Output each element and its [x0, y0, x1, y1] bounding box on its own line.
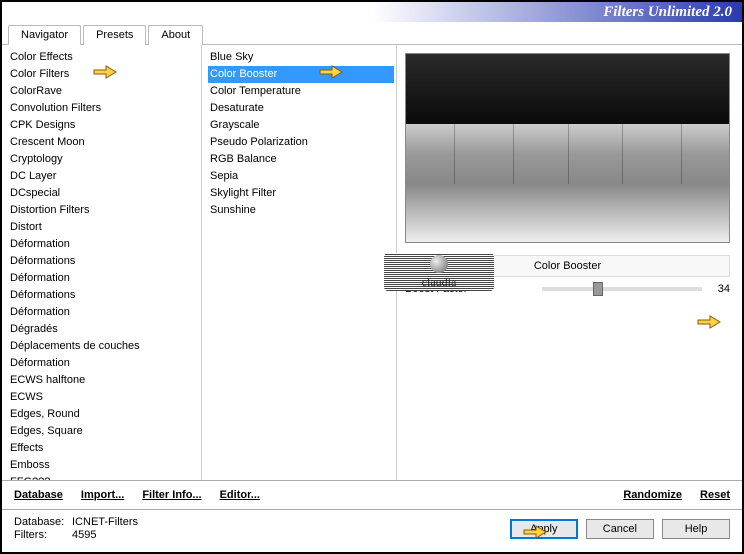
list-item[interactable]: Edges, Round — [8, 406, 199, 423]
footer-filters-value: 4595 — [72, 529, 96, 542]
list-item[interactable]: Déformation — [8, 236, 199, 253]
help-button[interactable]: Help — [662, 519, 730, 539]
toolbar-import[interactable]: Import... — [81, 489, 124, 501]
list-item[interactable]: Déformation — [8, 304, 199, 321]
list-item[interactable]: Edges, Square — [8, 423, 199, 440]
param-value-boost: 34 — [708, 283, 730, 295]
tab-navigator[interactable]: Navigator — [8, 25, 81, 45]
list-item[interactable]: ColorRave — [8, 83, 199, 100]
list-item[interactable]: Déformation — [8, 270, 199, 287]
list-item[interactable]: Desaturate — [208, 100, 394, 117]
toolbar-filter-info[interactable]: Filter Info... — [142, 489, 201, 501]
list-item[interactable]: Distort — [8, 219, 199, 236]
list-item[interactable]: Color Temperature — [208, 83, 394, 100]
list-item[interactable]: Sepia — [208, 168, 394, 185]
tab-presets[interactable]: Presets — [83, 25, 146, 45]
list-item[interactable]: Pseudo Polarization — [208, 134, 394, 151]
list-item[interactable]: RGB Balance — [208, 151, 394, 168]
list-item[interactable]: Blue Sky — [208, 49, 394, 66]
toolbar-reset[interactable]: Reset — [700, 489, 730, 501]
list-item[interactable]: Déformation — [8, 355, 199, 372]
list-item[interactable]: Grayscale — [208, 117, 394, 134]
list-item[interactable]: Crescent Moon — [8, 134, 199, 151]
category-panel: Color EffectsColor FiltersColorRaveConvo… — [2, 45, 202, 480]
list-item[interactable]: CPK Designs — [8, 117, 199, 134]
tab-bar: NavigatorPresetsAbout — [2, 24, 742, 45]
toolbar: Database Import... Filter Info... Editor… — [2, 480, 742, 510]
footer-info: Database: ICNET-Filters Filters: 4595 — [14, 516, 138, 542]
footer-database-value: ICNET-Filters — [72, 516, 138, 529]
list-item[interactable]: DC Layer — [8, 168, 199, 185]
list-item[interactable]: Color Effects — [8, 49, 199, 66]
cancel-button[interactable]: Cancel — [586, 519, 654, 539]
list-item[interactable]: Dégradés — [8, 321, 199, 338]
list-item[interactable]: Déplacements de couches — [8, 338, 199, 355]
header-title: Filters Unlimited 2.0 — [603, 4, 732, 21]
param-slider-boost[interactable] — [542, 287, 702, 291]
list-item[interactable]: Déformations — [8, 287, 199, 304]
tab-about[interactable]: About — [148, 25, 203, 45]
watermark: claudia — [384, 253, 494, 291]
apply-button[interactable]: Apply — [510, 519, 578, 539]
list-item[interactable]: DCspecial — [8, 185, 199, 202]
list-item[interactable]: Color Booster — [208, 66, 394, 83]
list-item[interactable]: Emboss — [8, 457, 199, 474]
filter-list[interactable]: Blue SkyColor BoosterColor TemperatureDe… — [202, 45, 396, 480]
list-item[interactable]: Convolution Filters — [8, 100, 199, 117]
toolbar-database[interactable]: Database — [14, 489, 63, 501]
list-item[interactable]: Distortion Filters — [8, 202, 199, 219]
watermark-text: claudia — [422, 275, 457, 290]
list-item[interactable]: Skylight Filter — [208, 185, 394, 202]
list-item[interactable]: ECWS — [8, 389, 199, 406]
footer-database-label: Database: — [14, 516, 72, 529]
list-item[interactable]: Color Filters — [8, 66, 199, 83]
toolbar-randomize[interactable]: Randomize — [623, 489, 682, 501]
preview-image — [405, 53, 730, 243]
category-list[interactable]: Color EffectsColor FiltersColorRaveConvo… — [2, 45, 201, 480]
list-item[interactable]: ECWS halftone — [8, 372, 199, 389]
header: Filters Unlimited 2.0 — [2, 2, 742, 22]
footer-filters-label: Filters: — [14, 529, 72, 542]
filter-panel: Blue SkyColor BoosterColor TemperatureDe… — [202, 45, 397, 480]
list-item[interactable]: Sunshine — [208, 202, 394, 219]
list-item[interactable]: Déformations — [8, 253, 199, 270]
list-item[interactable]: Cryptology — [8, 151, 199, 168]
footer: Database: ICNET-Filters Filters: 4595 Ap… — [2, 510, 742, 552]
toolbar-editor[interactable]: Editor... — [220, 489, 260, 501]
list-item[interactable]: Effects — [8, 440, 199, 457]
